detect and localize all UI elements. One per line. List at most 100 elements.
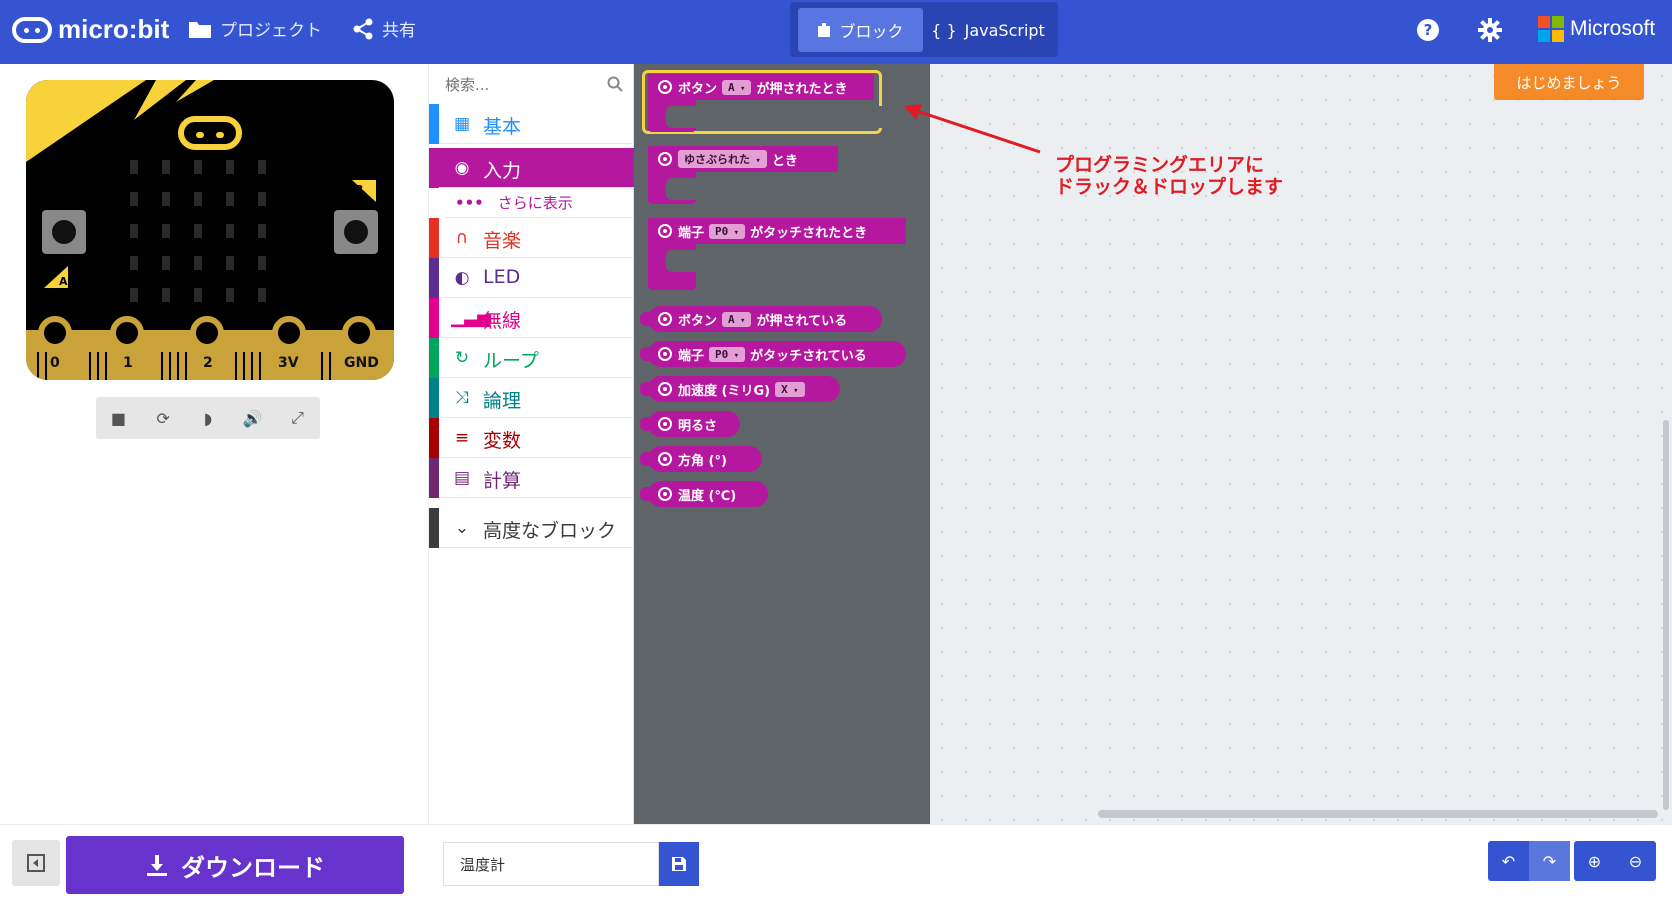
stop-button[interactable]: ■: [96, 397, 141, 439]
microbit-board[interactable]: A B 0 1 2 3V GND: [26, 80, 394, 380]
microbit-logo[interactable]: micro:bit: [12, 14, 169, 45]
help-icon: ?: [1417, 19, 1439, 41]
button-b-label: B: [355, 183, 363, 196]
pin-dropdown[interactable]: P0: [709, 346, 746, 362]
editor-toggle: ブロック { } JavaScript: [790, 2, 1058, 57]
grid-icon: ▦: [453, 114, 471, 134]
axis-dropdown[interactable]: X: [775, 381, 805, 397]
fullscreen-button[interactable]: ⤢: [275, 397, 320, 439]
on-gesture-block[interactable]: ゆさぶられた とき: [648, 146, 838, 172]
led: [226, 256, 234, 270]
search-icon: [607, 76, 623, 92]
input-category-icon: [658, 417, 672, 431]
light-level-block[interactable]: 明るさ: [640, 411, 740, 437]
share-label: 共有: [382, 21, 416, 41]
pin-2[interactable]: [190, 316, 224, 350]
category-led[interactable]: ◐ LED: [429, 258, 635, 298]
pin-1[interactable]: [110, 316, 144, 350]
blocks-editor-label: ブロック: [839, 22, 904, 41]
led: [130, 192, 138, 206]
category-loops[interactable]: ↻ ループ: [429, 338, 635, 378]
acceleration-block[interactable]: 加速度 (ミリG) X: [640, 376, 840, 402]
category-label: 無線: [483, 310, 522, 332]
pin-0-label: 0: [50, 355, 60, 371]
toggle-icon: ◐: [454, 268, 470, 288]
category-variables[interactable]: ≡ 変数: [429, 418, 635, 458]
programming-workspace[interactable]: はじめましょう プログラミングエリアに ドラック＆ドロップします: [904, 64, 1672, 824]
pin-is-pressed-block[interactable]: 端子 P0 がタッチされている: [640, 341, 906, 367]
led: [194, 192, 202, 206]
undo-redo-group: ↶ ↷: [1488, 841, 1570, 881]
block-flyout: ボタン A が押されたとき ゆさぶられた とき 端子 P0 がタッチされたとき …: [634, 64, 930, 824]
on-pin-pressed-block[interactable]: 端子 P0 がタッチされたとき: [648, 218, 906, 244]
zoom-out-button[interactable]: ⊖: [1615, 841, 1656, 881]
gear-icon: [1478, 18, 1502, 42]
get-started-button[interactable]: はじめましょう: [1494, 64, 1644, 100]
restart-icon: ⟳: [156, 408, 170, 428]
help-button[interactable]: ?: [1416, 18, 1440, 46]
category-advanced[interactable]: ⌄ 高度なブロック: [429, 508, 635, 548]
pin-3v[interactable]: [272, 316, 306, 350]
project-name-input[interactable]: 温度計: [443, 842, 659, 886]
annotation-line-1: プログラミングエリアに: [1055, 154, 1265, 176]
pin-gnd[interactable]: [342, 316, 376, 350]
javascript-editor-button[interactable]: { } JavaScript: [923, 8, 1053, 52]
zoom-in-button[interactable]: ⊕: [1574, 841, 1615, 881]
button-b-marker: B: [352, 180, 376, 202]
gesture-dropdown[interactable]: ゆさぶられた: [678, 150, 767, 168]
category-color-bar: [429, 338, 439, 378]
led: [162, 256, 170, 270]
save-button[interactable]: [659, 842, 699, 886]
pin-0[interactable]: [38, 316, 72, 350]
horizontal-scrollbar[interactable]: [1098, 810, 1658, 818]
led: [258, 160, 266, 174]
block-text: 温度 (℃): [678, 488, 737, 504]
input-category-icon: [658, 312, 672, 326]
temperature-block[interactable]: 温度 (℃): [640, 481, 768, 507]
blocks-editor-button[interactable]: ブロック: [798, 8, 923, 52]
on-button-pressed-block[interactable]: ボタン A が押されたとき: [648, 74, 874, 100]
search-input[interactable]: 検索...: [445, 74, 489, 95]
category-radio[interactable]: ▁▃▅ 無線: [429, 298, 635, 338]
undo-button[interactable]: ↶: [1488, 841, 1529, 881]
slowmo-button[interactable]: ◗: [186, 397, 231, 439]
button-is-pressed-block[interactable]: ボタン A が押されている: [640, 306, 882, 332]
pin-dropdown[interactable]: P0: [709, 223, 746, 239]
category-music[interactable]: ∩ 音楽: [429, 218, 635, 258]
restart-button[interactable]: ⟳: [141, 397, 186, 439]
input-category-icon: [658, 224, 672, 238]
redo-button[interactable]: ↷: [1529, 841, 1570, 881]
svg-text:?: ?: [1424, 21, 1433, 39]
button-a[interactable]: [42, 210, 86, 254]
block-text: ボタン: [678, 81, 718, 97]
category-basic[interactable]: ▦ 基本: [429, 104, 635, 144]
shuffle-icon: ⤨: [455, 388, 469, 408]
category-logic[interactable]: ⤨ 論理: [429, 378, 635, 418]
toolbox-search[interactable]: 検索...: [429, 64, 635, 104]
category-label: 計算: [483, 470, 522, 492]
zoom-group: ⊕ ⊖: [1574, 841, 1656, 881]
category-math[interactable]: ▤ 計算: [429, 458, 635, 498]
share-button[interactable]: 共有: [352, 16, 416, 41]
toolbox: 検索... ▦ 基本 ◉ 入力 ••• さらに表示 ∩ 音楽 ◐ LED ▁▃▅…: [428, 64, 635, 824]
button-b[interactable]: [334, 210, 378, 254]
compass-heading-block[interactable]: 方角 (°): [640, 446, 762, 472]
download-label: ダウンロード: [181, 853, 325, 882]
button-dropdown[interactable]: A: [722, 79, 752, 95]
show-more-button[interactable]: ••• さらに表示: [445, 188, 635, 218]
block-text: が押されたとき: [756, 81, 848, 97]
category-label: LED: [483, 266, 521, 288]
projects-button[interactable]: プロジェクト: [188, 16, 322, 41]
download-button[interactable]: ダウンロード: [66, 836, 404, 894]
collapse-simulator-button[interactable]: [12, 840, 60, 886]
vertical-scrollbar[interactable]: [1663, 420, 1669, 810]
led: [130, 224, 138, 238]
block-text: 明るさ: [678, 418, 718, 434]
microsoft-logo[interactable]: Microsoft: [1538, 16, 1655, 42]
category-input[interactable]: ◉ 入力: [429, 148, 635, 188]
settings-button[interactable]: [1478, 18, 1502, 46]
mute-icon: 🔊: [242, 408, 263, 428]
mute-button[interactable]: 🔊: [230, 397, 275, 439]
button-dropdown[interactable]: A: [722, 311, 752, 327]
led: [226, 160, 234, 174]
